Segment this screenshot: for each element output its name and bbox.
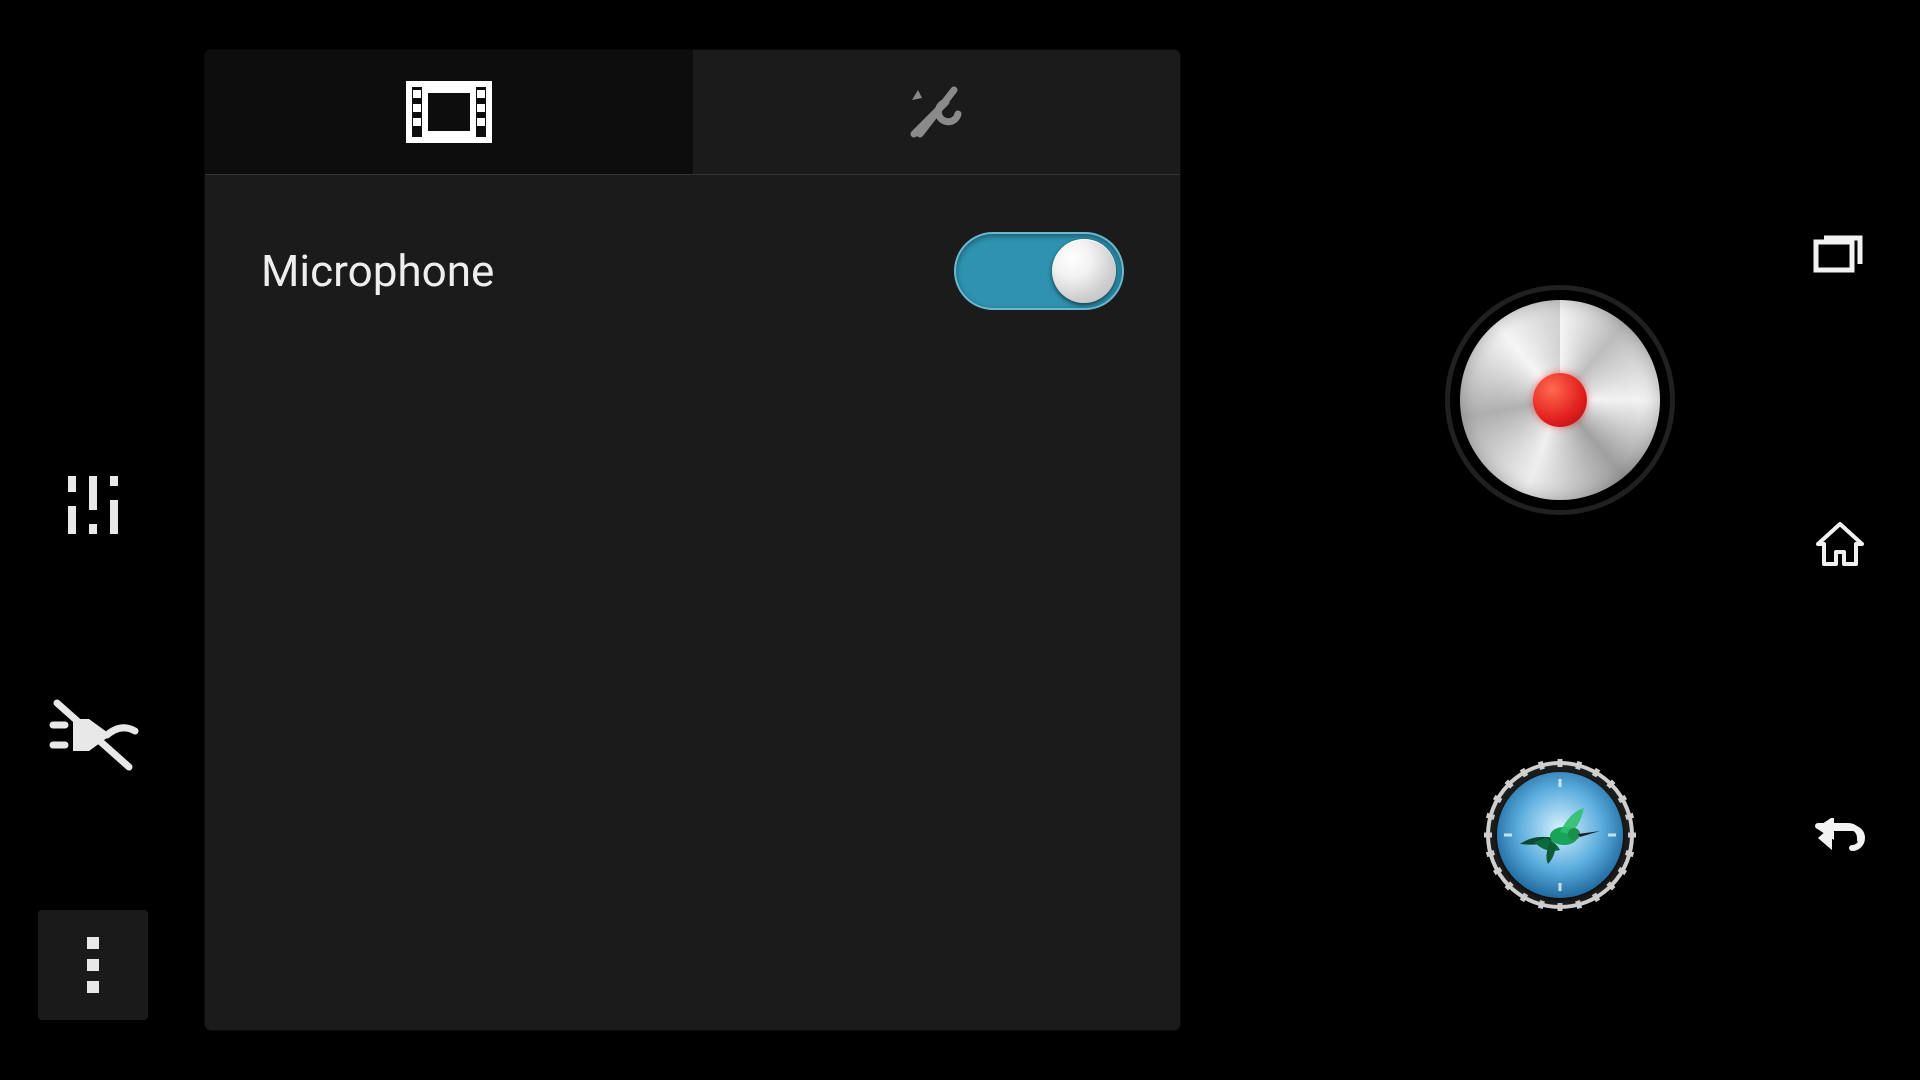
- settings-list: Microphone: [205, 175, 1180, 367]
- capture-controls: [1430, 0, 1690, 1080]
- back-icon: [1812, 818, 1868, 858]
- settings-panel: Microphone: [205, 50, 1180, 1030]
- tools-icon: [900, 76, 972, 148]
- more-menu-button[interactable]: [38, 910, 148, 1020]
- flash-off-icon: [47, 695, 139, 775]
- system-navbar: [1800, 0, 1880, 1080]
- back-button[interactable]: [1808, 806, 1872, 870]
- hummingbird-icon: [1497, 772, 1623, 898]
- flash-off-button[interactable]: [38, 680, 148, 790]
- toggle-knob: [1052, 239, 1116, 303]
- home-button[interactable]: [1808, 513, 1872, 577]
- more-menu-icon: [83, 933, 103, 997]
- microphone-toggle[interactable]: [954, 232, 1124, 310]
- camera-app: Microphone: [0, 0, 1920, 1080]
- record-ring: [1460, 300, 1660, 500]
- microphone-row[interactable]: Microphone: [261, 211, 1124, 331]
- film-icon: [405, 80, 493, 144]
- left-quick-settings: [38, 0, 148, 1080]
- adjustments-icon: [58, 470, 128, 540]
- record-button[interactable]: [1445, 285, 1675, 515]
- recent-apps-icon: [1812, 230, 1868, 274]
- microphone-label: Microphone: [261, 245, 494, 297]
- adjustments-button[interactable]: [38, 450, 148, 560]
- tab-tools[interactable]: [693, 50, 1181, 174]
- settings-tabs: [205, 50, 1180, 175]
- mode-thumbnail: [1497, 772, 1623, 898]
- record-indicator-icon: [1533, 373, 1587, 427]
- mode-switch-button[interactable]: [1480, 755, 1640, 915]
- recent-apps-button[interactable]: [1808, 220, 1872, 284]
- tab-video[interactable]: [205, 50, 693, 174]
- home-icon: [1814, 520, 1866, 570]
